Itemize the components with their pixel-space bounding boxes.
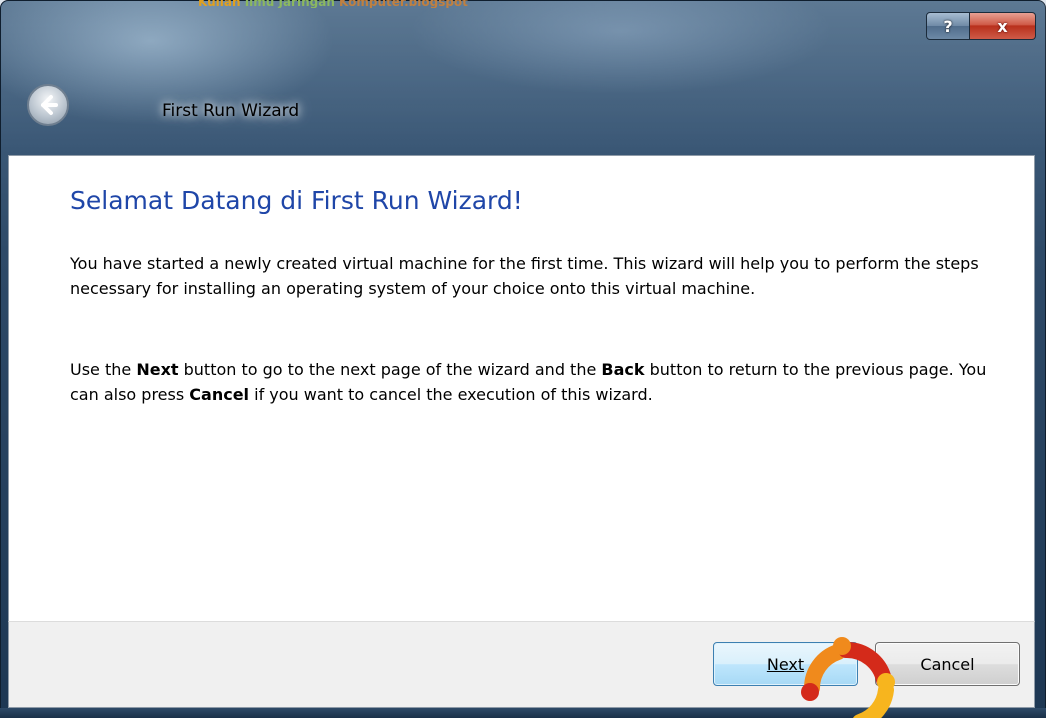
help-button[interactable]: ? bbox=[926, 12, 970, 40]
instructions-text: button to go to the next page of the wiz… bbox=[178, 360, 602, 379]
watermark-part-1: Kuliah bbox=[198, 0, 245, 8]
titlebar-glass bbox=[1, 1, 1046, 156]
window-title: First Run Wizard bbox=[162, 101, 300, 121]
wizard-page: Selamat Datang di First Run Wizard! You … bbox=[8, 155, 1035, 621]
cancel-button-label: Cancel bbox=[920, 654, 975, 674]
help-icon: ? bbox=[943, 16, 953, 36]
ubuntu-logo-icon bbox=[801, 637, 895, 718]
intro-paragraph: You have started a newly created virtual… bbox=[70, 254, 979, 298]
instructions-text: Use the bbox=[70, 360, 137, 379]
caption-buttons: ? x bbox=[926, 12, 1036, 42]
back-arrow-icon bbox=[41, 95, 58, 115]
watermark-part-3: Komputer.blogspot bbox=[339, 0, 468, 8]
close-button[interactable]: x bbox=[970, 12, 1036, 40]
watermark-part-2: Ilmu Jaringan bbox=[244, 0, 340, 8]
cancel-keyword: Cancel bbox=[189, 385, 250, 404]
page-heading: Selamat Datang di First Run Wizard! bbox=[70, 186, 523, 215]
next-keyword: Next bbox=[136, 360, 179, 379]
watermark-text: Kuliah Ilmu Jaringan Komputer.blogspot bbox=[198, 0, 528, 8]
back-keyword: Back bbox=[601, 360, 645, 379]
instructions-paragraph: Use the Next button to go to the next pa… bbox=[70, 357, 990, 407]
close-icon: x bbox=[997, 16, 1008, 36]
instructions-text: if you want to cancel the execution of t… bbox=[249, 385, 653, 404]
back-button[interactable] bbox=[27, 84, 69, 126]
